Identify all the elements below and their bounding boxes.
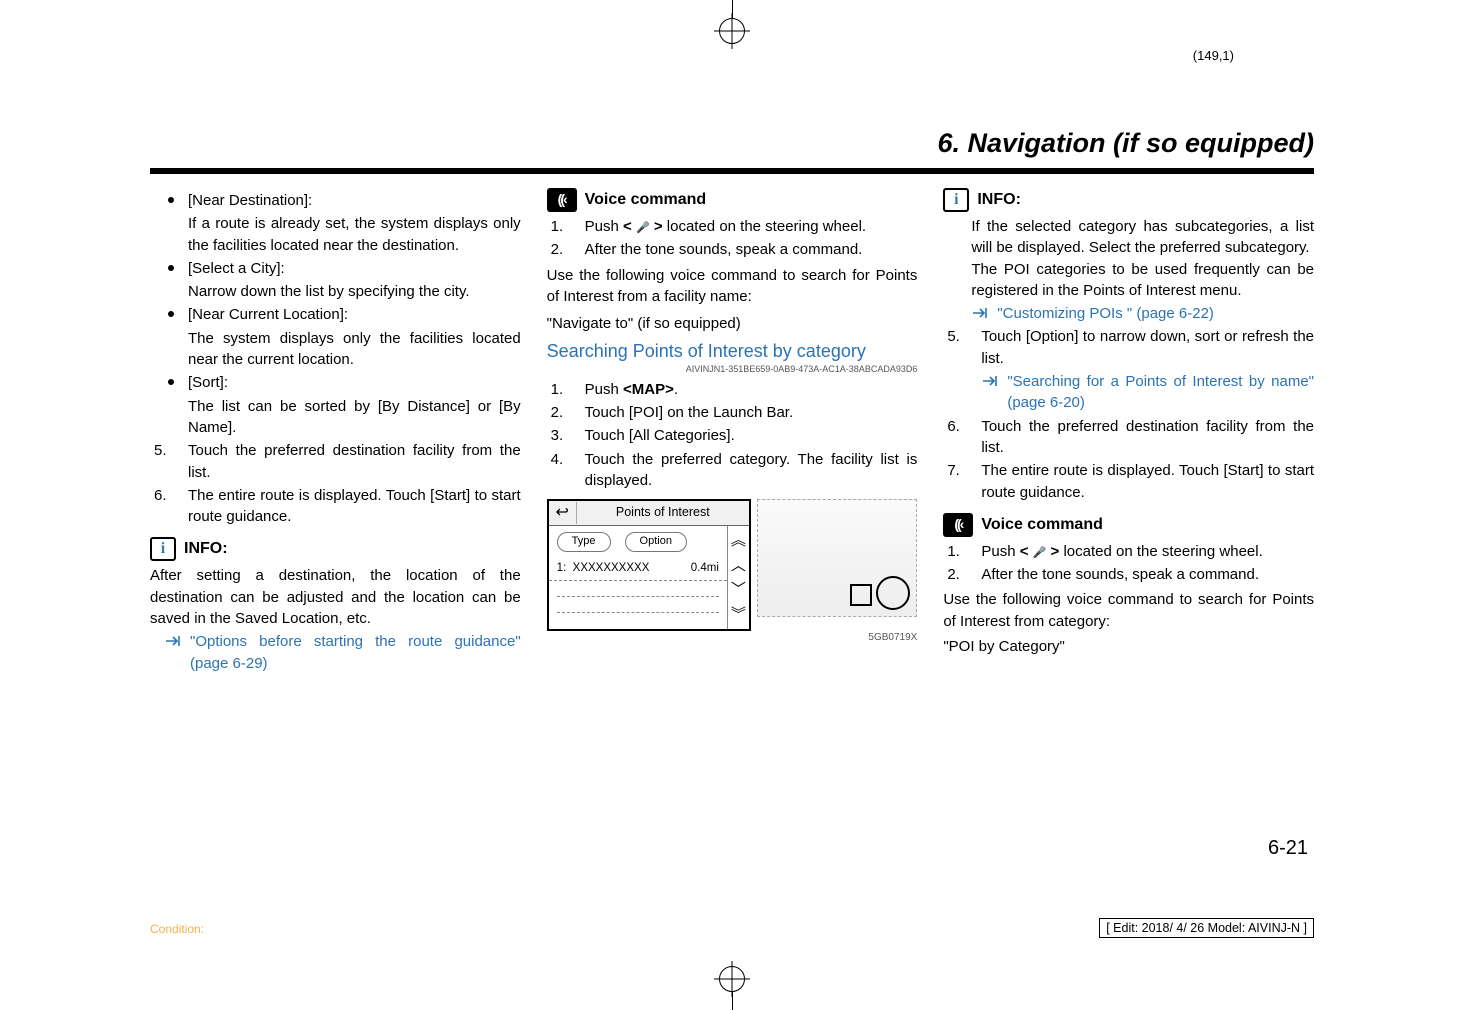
list-text: Touch the preferred destination facility… [981, 416, 1314, 459]
list-number: 5. [947, 326, 971, 413]
poi-option-pill: Option [625, 532, 687, 552]
list-text: Touch [All Categories]. [585, 425, 918, 446]
column-3: i INFO: If the selected category has sub… [943, 188, 1314, 860]
bullet-icon [168, 379, 174, 385]
list-text: The entire route is displayed. Touch [St… [981, 460, 1314, 503]
list-number: 2. [947, 564, 971, 585]
info-icon: i [943, 188, 969, 212]
list-number: 1. [551, 216, 575, 237]
list-number: 1. [947, 541, 971, 562]
bullet-label: [Near Destination]: [188, 190, 521, 211]
info-icon: i [150, 537, 176, 561]
info-body: The POI categories to be used frequently… [971, 259, 1314, 302]
list-text: After the tone sounds, speak a command. [981, 564, 1314, 585]
list-number: 6. [154, 485, 178, 528]
bullet-label: [Sort]: [188, 372, 521, 393]
bullet-text: The system displays only the facilities … [188, 328, 521, 371]
list-text: Touch [Option] to narrow down, sort or r… [981, 326, 1314, 369]
bullet-label: [Select a City]: [188, 258, 521, 279]
poi-distance: 0.4mi [691, 560, 719, 576]
chevron-up-icon: ︽ [731, 530, 746, 551]
list-text: Push <MAP>. [585, 379, 918, 400]
list-text: The entire route is displayed. Touch [St… [188, 485, 521, 528]
bullet-icon [168, 197, 174, 203]
back-icon: ↩ [549, 502, 577, 525]
reference-icon [164, 631, 184, 674]
scrollbar: ︽ ︿ ﹀ ︾ [727, 526, 749, 629]
chevron-down-icon: ︾ [731, 604, 746, 625]
reference-link: "Options before starting the route guida… [190, 631, 521, 674]
page-number-top: (149,1) [1193, 48, 1234, 63]
reference-link: "Searching for a Points of Interest by n… [1007, 371, 1314, 414]
list-number: 5. [154, 440, 178, 483]
crop-mark-bottom [719, 966, 745, 1010]
poi-screenshot: ↩ Points of Interest Type Option 1: XXXX… [547, 499, 918, 645]
bullet-icon [168, 311, 174, 317]
footer-condition: Condition: [150, 922, 204, 936]
reference-link: "Customizing POIs " (page 6-22) [997, 303, 1214, 324]
list-number: 6. [947, 416, 971, 459]
list-number: 4. [551, 449, 575, 492]
list-number: 1. [551, 379, 575, 400]
info-body: After setting a destination, the locatio… [150, 565, 521, 629]
subheading: Searching Points of Interest by category [547, 340, 918, 363]
page-number: 6-21 [1268, 837, 1308, 860]
bullet-text: The list can be sorted by [By Distance] … [188, 396, 521, 439]
list-number: 2. [551, 402, 575, 423]
voice-phrase: "Navigate to" (if so equipped) [547, 313, 918, 334]
voice-icon [943, 513, 973, 537]
column-1: [Near Destination]: If a route is alread… [150, 188, 521, 860]
chevron-down-icon: ﹀ [731, 579, 746, 600]
bullet-text: If a route is already set, the system di… [188, 213, 521, 256]
bullet-text: Narrow down the list by specifying the c… [188, 281, 521, 302]
reference-icon [971, 303, 991, 324]
chevron-up-icon: ︿ [731, 555, 746, 576]
reference-icon [981, 371, 1001, 414]
bullet-icon [168, 265, 174, 271]
image-label: 5GB0719X [547, 631, 918, 645]
voice-command-label: Voice command [585, 189, 707, 212]
info-body: If the selected category has subcategori… [971, 216, 1314, 259]
paragraph: Use the following voice command to searc… [547, 265, 918, 308]
list-text: Touch the preferred destination facility… [188, 440, 521, 483]
info-label: INFO: [977, 189, 1021, 212]
bullet-label: [Near Current Location]: [188, 304, 521, 325]
column-2: Voice command 1. Push < 🎤 > located on t… [547, 188, 918, 860]
voice-phrase: "POI by Category" [943, 636, 1314, 657]
section-rule [150, 168, 1314, 174]
map-preview [757, 499, 917, 617]
list-text: After the tone sounds, speak a command. [585, 239, 918, 260]
list-text: Push < 🎤 > located on the steering wheel… [585, 216, 918, 237]
poi-title: Points of Interest [577, 501, 749, 525]
info-label: INFO: [184, 538, 228, 561]
content-columns: [Near Destination]: If a route is alread… [150, 188, 1314, 860]
list-text: Touch [POI] on the Launch Bar. [585, 402, 918, 423]
footer-edit-info: [ Edit: 2018/ 4/ 26 Model: AIVINJ-N ] [1099, 918, 1314, 938]
voice-command-label: Voice command [981, 514, 1103, 537]
mic-icon: 🎤 [636, 222, 650, 234]
list-text: Touch the preferred category. The facili… [585, 449, 918, 492]
paragraph: Use the following voice command to searc… [943, 589, 1314, 632]
poi-type-pill: Type [557, 532, 611, 552]
list-number: 3. [551, 425, 575, 446]
guid-code: AIVINJN1-351BE659-0AB9-473A-AC1A-38ABCAD… [547, 363, 918, 376]
list-number: 2. [551, 239, 575, 260]
voice-icon [547, 188, 577, 212]
crop-mark-top [719, 0, 745, 44]
list-number: 7. [947, 460, 971, 503]
list-text: Push < 🎤 > located on the steering wheel… [981, 541, 1314, 562]
mic-icon: 🎤 [1033, 547, 1047, 559]
section-title: 6. Navigation (if so equipped) [937, 128, 1314, 159]
